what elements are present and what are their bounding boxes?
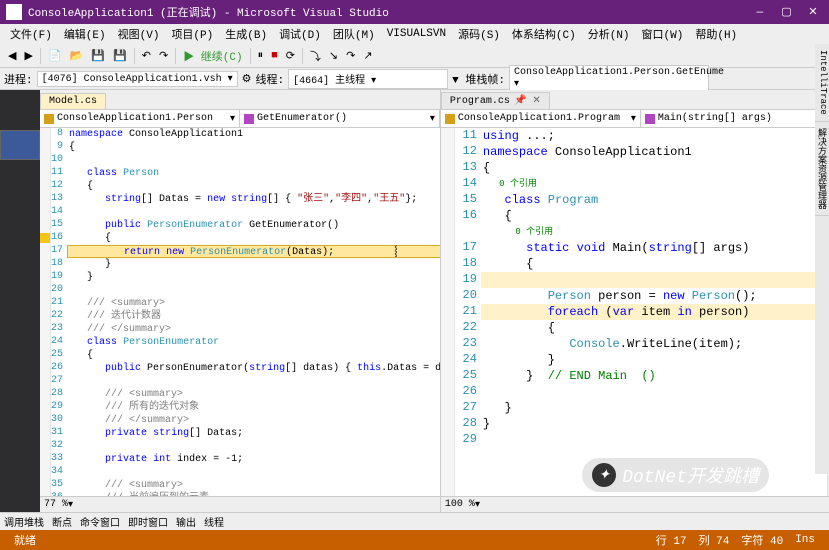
tab-strip-left: Model.cs (40, 90, 440, 110)
collapsed-panel-tab[interactable]: IntelliTrace (815, 44, 829, 122)
status-line: 行 17 (650, 532, 693, 548)
type-nav-combo-right[interactable]: ConsoleApplication1.Program▾ (441, 110, 641, 127)
menu-item[interactable]: 文件(F) (4, 24, 58, 44)
restart-button[interactable]: ⟳ (282, 49, 299, 63)
nav-forward-button[interactable]: ▶ (20, 49, 36, 63)
nav-back-button[interactable]: ◀ (4, 49, 20, 63)
zoom-combo-right[interactable]: 100 % ▾ (441, 496, 829, 512)
method-icon (645, 114, 655, 124)
maximize-button[interactable]: ▢ (776, 5, 796, 19)
editor-pane-right: Program.cs📌 ✕ ConsoleApplication1.Progra… (441, 90, 829, 512)
type-nav-combo-left[interactable]: ConsoleApplication1.Person▾ (40, 110, 240, 127)
menu-item[interactable]: 源码(S) (452, 24, 506, 44)
zoom-combo-left[interactable]: 77 % ▾ (40, 496, 440, 512)
menu-item[interactable]: 帮助(H) (689, 24, 743, 44)
status-bar: 就绪 行 17 列 74 字符 40 Ins (0, 530, 829, 550)
step-over-button[interactable]: ↷ (342, 49, 359, 63)
minimize-button[interactable]: — (750, 7, 770, 19)
process-combo[interactable]: [4076] ConsoleApplication1.vsh ▾ (37, 71, 238, 87)
process-label: 进程: (4, 71, 33, 87)
collapsed-panel-tab[interactable]: 解决方案资源管理器 (815, 122, 829, 216)
menu-item[interactable]: 体系结构(C) (506, 24, 582, 44)
method-icon (244, 114, 254, 124)
tab-model-cs[interactable]: Model.cs (40, 93, 106, 109)
stackframe-combo[interactable]: ConsoleApplication1.Person.GetEnume ▾ (509, 65, 709, 92)
menu-item[interactable]: 窗口(W) (636, 24, 690, 44)
tab-strip-right: Program.cs📌 ✕ (441, 90, 829, 110)
status-column: 列 74 (693, 532, 736, 548)
stop-debug-button[interactable]: ■ (267, 50, 282, 62)
pause-button[interactable]: ⏸ (254, 50, 268, 62)
save-all-button[interactable]: 💾 (109, 49, 131, 63)
menu-item[interactable]: 编辑(E) (58, 24, 112, 44)
title-bar: ConsoleApplication1 (正在调试) - Microsoft V… (0, 0, 829, 24)
status-ins: Ins (789, 534, 821, 546)
member-nav-combo-right[interactable]: Main(string[] args)▾ (641, 110, 829, 127)
wechat-icon: ✦ (592, 463, 616, 487)
stackframe-label: ▼ 堆栈帧: (452, 71, 505, 87)
vs-logo-icon (6, 4, 22, 20)
step-out-button[interactable]: ↗ (359, 49, 376, 63)
open-button[interactable]: 📂 (66, 49, 88, 63)
new-file-button[interactable]: 📄 (44, 49, 66, 63)
close-button[interactable]: ✕ (803, 5, 823, 19)
save-button[interactable]: 💾 (87, 49, 109, 63)
menu-item[interactable]: 项目(P) (165, 24, 219, 44)
thread-combo[interactable]: [4664] 主线程 ▾ (288, 69, 448, 89)
class-icon (44, 114, 54, 124)
watermark: ✦ DotNet开发跳槽 (582, 458, 769, 492)
debug-location-toolbar: 进程: [4076] ConsoleApplication1.vsh ▾ ⚙ 线… (0, 68, 829, 90)
thread-icon: ⚙ (242, 72, 252, 86)
class-icon (445, 114, 455, 124)
floating-thumbnail[interactable] (0, 130, 40, 160)
pin-icon[interactable]: 📌 ✕ (514, 96, 541, 107)
member-nav-combo-left[interactable]: GetEnumerator()▾ (240, 110, 440, 127)
redo-button[interactable]: ↷ (155, 49, 172, 63)
main-area: Model.cs ConsoleApplication1.Person▾ Get… (0, 90, 829, 512)
code-editor-right[interactable]: 11121314151617181920212223242526272829 u… (441, 128, 829, 496)
menu-item[interactable]: 生成(B) (219, 24, 273, 44)
window-title: ConsoleApplication1 (正在调试) - Microsoft V… (28, 4, 750, 20)
show-next-statement-button[interactable]: ⤵ (306, 48, 325, 64)
status-char: 字符 40 (735, 532, 789, 548)
thread-label: 线程: (256, 71, 285, 87)
menu-item[interactable]: 调试(D) (273, 24, 327, 44)
menu-item[interactable]: 视图(V) (112, 24, 166, 44)
editor-pane-left: Model.cs ConsoleApplication1.Person▾ Get… (40, 90, 441, 512)
undo-button[interactable]: ↶ (138, 49, 155, 63)
step-into-button[interactable]: ↘ (325, 49, 342, 63)
menu-item[interactable]: 团队(M) (327, 24, 381, 44)
code-editor-left[interactable]: 8910111213141516171819202122232425262728… (40, 128, 440, 496)
bottom-tool-tabs: 调用堆栈断点命令窗口即时窗口输出线程 (0, 512, 829, 530)
menu-item[interactable]: 分析(N) (582, 24, 636, 44)
continue-button[interactable]: ▶ 继续(C) (179, 48, 246, 64)
tab-program-cs[interactable]: Program.cs📌 ✕ (441, 92, 550, 109)
right-collapsed-panels: IntelliTrace解决方案资源管理器 (815, 44, 829, 474)
menu-bar: 文件(F)编辑(E)视图(V)项目(P)生成(B)调试(D)团队(M)VISUA… (0, 24, 829, 44)
left-tool-strip (0, 90, 40, 512)
menu-item[interactable]: VISUALSVN (381, 26, 452, 42)
status-state: 就绪 (8, 532, 42, 548)
